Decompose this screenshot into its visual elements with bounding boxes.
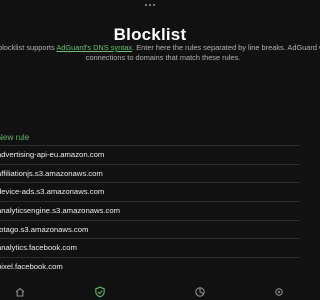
dot-icon bbox=[149, 4, 151, 6]
rule-text: affiliationjs.s3.amazonaws.com bbox=[0, 168, 103, 178]
more-options-handle[interactable] bbox=[0, 2, 300, 8]
rule-item[interactable]: totago.s3.amazonaws.com bbox=[0, 219, 300, 239]
rule-text: analytics.facebook.com bbox=[0, 243, 77, 253]
settings-icon[interactable] bbox=[273, 286, 285, 298]
dns-syntax-link[interactable]: AdGuard's DNS syntax bbox=[56, 43, 132, 52]
rule-item[interactable]: analytics.facebook.com bbox=[0, 238, 300, 257]
description-line-1: blocklist supports AdGuard's DNS syntax.… bbox=[0, 43, 320, 53]
tab-bar bbox=[0, 283, 300, 300]
rule-text: device-ads.s3.amazonaws.com bbox=[0, 187, 105, 197]
dot-icon bbox=[145, 4, 147, 6]
rule-item[interactable]: pixel.facebook.com bbox=[0, 257, 300, 276]
page-title: Blocklist bbox=[113, 25, 187, 44]
description-line-2: connections to domains that match these … bbox=[85, 53, 241, 62]
rule-item[interactable]: advertising-api-eu.amazon.com bbox=[0, 145, 300, 164]
description-text: . Enter here the rules separated by line… bbox=[132, 43, 320, 52]
rule-text: advertising-api-eu.amazon.com bbox=[0, 150, 105, 159]
home-icon[interactable] bbox=[14, 286, 26, 298]
rule-item[interactable]: analyticsengine.s3.amazonaws.com bbox=[0, 201, 300, 220]
protection-shield-icon[interactable] bbox=[94, 286, 106, 298]
rule-text: analyticsengine.s3.amazonaws.com bbox=[0, 206, 121, 216]
rule-item[interactable]: device-ads.s3.amazonaws.com bbox=[0, 182, 300, 201]
blocklist-description: blocklist supports AdGuard's DNS syntax.… bbox=[0, 43, 320, 63]
statistics-icon[interactable] bbox=[194, 286, 206, 298]
add-rule-button[interactable]: New rule bbox=[0, 133, 29, 142]
rule-item[interactable]: affiliationjs.s3.amazonaws.com bbox=[0, 163, 300, 183]
rule-text: totago.s3.amazonaws.com bbox=[0, 224, 89, 234]
rule-text: pixel.facebook.com bbox=[0, 262, 63, 272]
description-text: blocklist supports bbox=[0, 43, 57, 52]
rules-list: advertising-api-eu.amazon.com affiliatio… bbox=[0, 145, 300, 276]
dot-icon bbox=[153, 4, 155, 6]
